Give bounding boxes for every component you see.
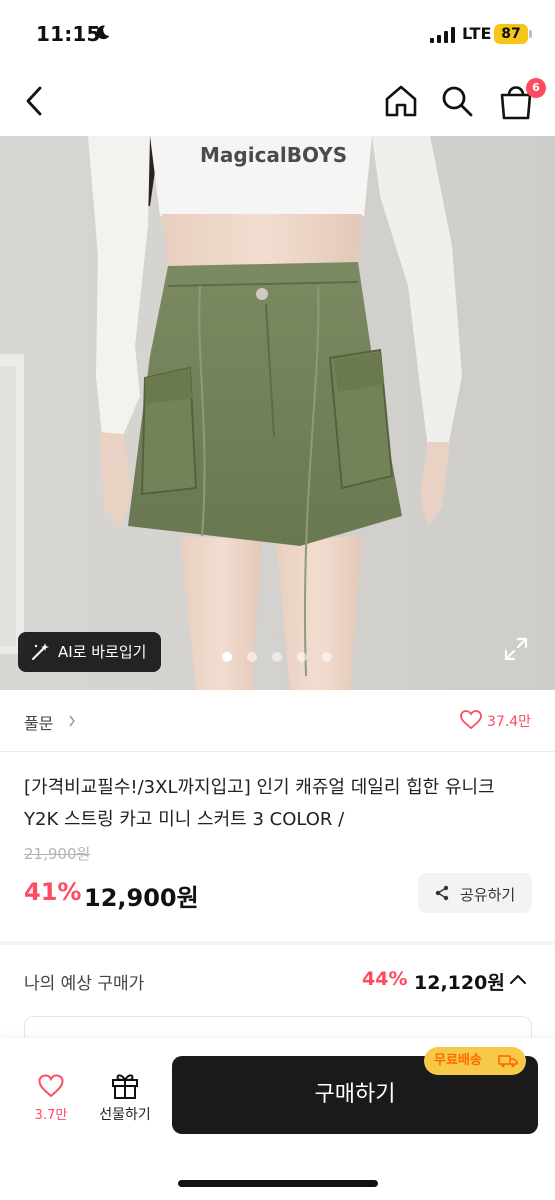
discount-rate: 41%: [24, 878, 82, 906]
nav-bar: [0, 66, 555, 136]
carousel-dot[interactable]: [322, 652, 332, 662]
product-photo: MagicalBOYS: [0, 136, 555, 690]
heart-icon[interactable]: [460, 710, 482, 730]
expected-price-label: 나의 예상 구매가: [24, 974, 145, 994]
sale-price: 12,900원: [84, 884, 199, 912]
free-shipping-label: 무료배송: [434, 1053, 482, 1068]
carousel-dot[interactable]: [272, 652, 282, 662]
chevron-up-icon[interactable]: [508, 972, 528, 986]
expected-discount-rate: 44%: [362, 968, 408, 990]
seller-row[interactable]: 풀문 37.4만: [0, 690, 555, 752]
shirt-print-text: MagicalBOYS: [200, 143, 347, 167]
magic-wand-icon: [32, 643, 49, 660]
expected-price-row[interactable]: 나의 예상 구매가 44% 12,120원: [0, 945, 555, 1015]
expected-price: 12,120원: [414, 972, 505, 994]
share-label: 공유하기: [460, 886, 516, 904]
battery-tip: [529, 30, 532, 38]
carousel-dot[interactable]: [222, 652, 232, 662]
home-icon[interactable]: [382, 83, 420, 119]
chevron-right-icon: [69, 715, 75, 727]
product-image[interactable]: MagicalBOYS: [0, 136, 555, 690]
free-shipping-badge: 무료배송: [424, 1047, 526, 1075]
gift-icon[interactable]: [110, 1070, 140, 1100]
status-time: 11:15: [36, 22, 101, 46]
gift-label[interactable]: 선물하기: [90, 1104, 160, 1124]
share-button[interactable]: 공유하기: [418, 873, 532, 913]
search-icon[interactable]: [438, 82, 476, 120]
original-price: 21,900원: [24, 845, 91, 863]
carousel-dot[interactable]: [297, 652, 307, 662]
expand-icon[interactable]: [502, 635, 530, 663]
ai-try-on-label: AI로 바로입기: [58, 643, 147, 661]
product-title: [가격비교필수!/3XL까지입고] 인기 캐쥬얼 데일리 힙한 유니크 Y2K …: [24, 777, 495, 830]
truck-icon: [498, 1055, 518, 1068]
signal-icon: [430, 27, 455, 43]
cart-count-badge: 6: [526, 78, 546, 98]
wishlist-count: 3.7만: [34, 1108, 68, 1123]
moon-icon: [96, 25, 110, 40]
share-icon: [435, 885, 449, 901]
back-icon[interactable]: [18, 82, 52, 120]
ai-try-on-button[interactable]: AI로 바로입기: [18, 632, 161, 672]
status-bar: 11:15 LTE 87: [0, 0, 555, 66]
seller-like-count: 37.4만: [487, 714, 532, 730]
home-indicator: [178, 1180, 378, 1187]
seller-name[interactable]: 풀문: [24, 710, 53, 734]
carousel-indicator: [222, 652, 334, 662]
carousel-dot[interactable]: [247, 652, 257, 662]
wishlist-heart-icon[interactable]: [38, 1074, 64, 1098]
network-type: LTE: [462, 24, 492, 43]
battery-indicator: 87: [494, 24, 528, 44]
